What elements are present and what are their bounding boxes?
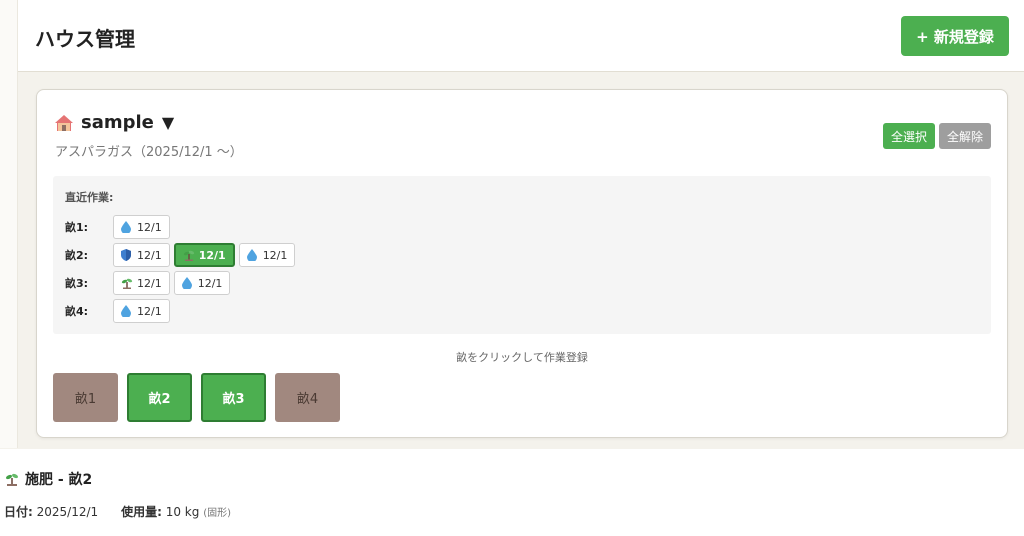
detail-info: 日付: 2025/12/1 使用量: 10 kg (固形) xyxy=(4,503,231,520)
water-drop-icon xyxy=(181,277,193,291)
date-value: 2025/12/1 xyxy=(36,505,99,519)
work-chip-date: 12/1 xyxy=(198,248,226,262)
amount-note: (固形) xyxy=(203,508,231,519)
row-bed-label: 畝1: xyxy=(65,221,89,234)
work-chip-date: 12/1 xyxy=(137,220,162,234)
work-chip[interactable]: 12/1 xyxy=(113,215,170,239)
bed-button[interactable]: 畝2 xyxy=(127,373,192,422)
sprout-icon xyxy=(121,277,133,289)
work-chip-date: 12/1 xyxy=(197,276,223,290)
work-detail-panel: 施肥 - 畝2 日付: 2025/12/1 使用量: 10 kg (固形) xyxy=(0,449,1024,536)
clear-all-button[interactable]: 全解除 xyxy=(938,123,991,149)
house-header: sample ▼ xyxy=(55,112,174,133)
water-drop-icon xyxy=(246,249,258,263)
select-all-button[interactable]: 全選択 xyxy=(882,123,935,149)
house-name: sample xyxy=(81,112,154,133)
work-chip-date: 12/1 xyxy=(137,276,162,290)
work-chip[interactable]: 12/1 xyxy=(173,243,235,267)
page-title: ハウス管理 xyxy=(35,27,135,51)
water-drop-icon xyxy=(121,305,132,319)
work-chip-date: 12/1 xyxy=(137,304,162,318)
new-register-button[interactable]: + 新規登録 xyxy=(901,16,1009,56)
house-icon xyxy=(55,114,73,131)
row-bed-label: 畝2: xyxy=(65,249,89,262)
water-drop-icon xyxy=(121,221,132,235)
amount-label: 使用量: xyxy=(121,505,162,519)
detail-title: 施肥 - 畝2 xyxy=(25,472,93,488)
collapse-toggle-icon[interactable]: ▼ xyxy=(162,113,174,132)
work-chip-date: 12/1 xyxy=(137,248,162,262)
recent-work-row: 畝2: 12/1 12/1 12/1 xyxy=(65,243,296,267)
work-chip[interactable]: 12/1 xyxy=(173,271,231,295)
row-bed-label: 畝3: xyxy=(65,277,89,290)
top-bar: ハウス管理 + 新規登録 xyxy=(18,0,1024,72)
house-card: sample ▼ アスパラガス（2025/12/1 〜） 全選択 全解除 直近作… xyxy=(36,89,1008,438)
recent-work-panel: 直近作業: 畝1: 12/1 畝2: 12/1 12/1 12/1 畝3: 12/1 12/1 畝… xyxy=(53,176,991,334)
left-strip xyxy=(0,0,18,448)
amount-value: 10 kg xyxy=(165,505,200,519)
recent-work-label: 直近作業: xyxy=(65,191,114,204)
sprout-icon xyxy=(183,249,194,261)
work-chip[interactable]: 12/1 xyxy=(113,299,170,323)
work-chip-date: 12/1 xyxy=(262,248,288,262)
bed-button[interactable]: 畝4 xyxy=(275,373,340,422)
crop-info: アスパラガス（2025/12/1 〜） xyxy=(55,145,243,160)
recent-work-row: 畝1: 12/1 xyxy=(65,215,170,239)
date-label: 日付: xyxy=(4,505,33,519)
bed-buttons: 畝1 畝2 畝3 畝4 xyxy=(53,373,340,422)
work-chip[interactable]: 12/1 xyxy=(113,271,170,295)
sprout-icon xyxy=(5,472,19,486)
detail-header: 施肥 - 畝2 xyxy=(5,469,92,489)
shield-icon xyxy=(121,249,132,261)
recent-work-row: 畝4: 12/1 xyxy=(65,299,170,323)
bed-button[interactable]: 畝3 xyxy=(201,373,266,422)
work-chip[interactable]: 12/1 xyxy=(238,243,296,267)
row-bed-label: 畝4: xyxy=(65,305,89,318)
bed-button[interactable]: 畝1 xyxy=(53,373,118,422)
work-chip[interactable]: 12/1 xyxy=(113,243,170,267)
bed-click-hint: 畝をクリックして作業登録 xyxy=(456,351,588,364)
selection-buttons: 全選択 全解除 xyxy=(882,123,991,149)
recent-work-row: 畝3: 12/1 12/1 xyxy=(65,271,231,295)
